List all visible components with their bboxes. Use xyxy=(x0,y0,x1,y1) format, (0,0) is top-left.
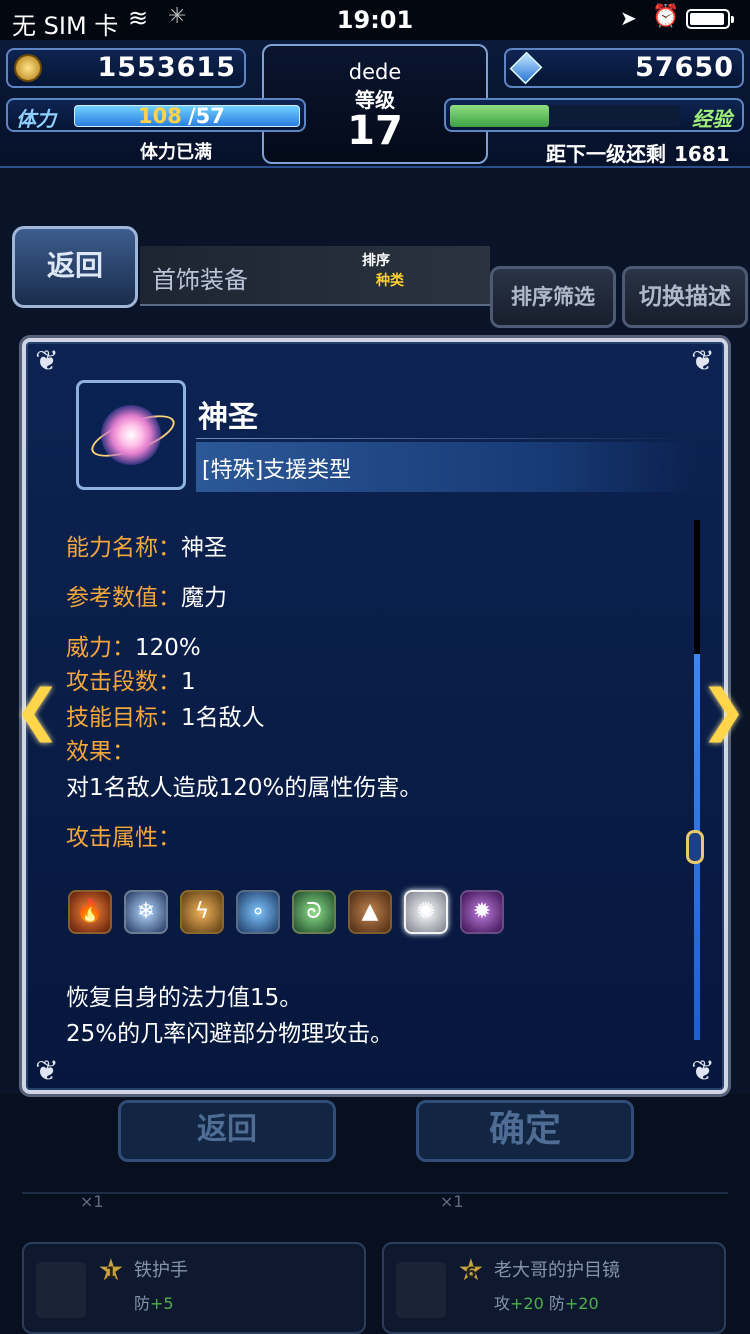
ice-icon: ❄ xyxy=(124,890,168,934)
equipment-stats: 攻+20 防+20 xyxy=(494,1294,599,1313)
scrollbar-handle[interactable] xyxy=(686,830,704,864)
exp-bar-fill xyxy=(450,105,549,127)
goggles-icon xyxy=(396,1262,446,1318)
category-name: 首饰装备 xyxy=(152,266,248,294)
ornament-corner-icon: ❦ xyxy=(691,1054,715,1087)
background-equipment-list: 返回 确定 ×1 ×1 ★ 1 铁护手 防+5 ★ 6 老大哥的护目镜 攻+20 防… xyxy=(0,1094,750,1334)
ornament-corner-icon: ❦ xyxy=(35,1054,59,1087)
sort-value: 种类 xyxy=(376,273,404,289)
detail-effect-label: 效果： xyxy=(66,739,135,765)
previous-item-arrow-icon[interactable]: ❮ xyxy=(14,680,61,742)
stamina-gauge: 体力 108 /57 xyxy=(6,98,306,132)
stamina-status: 体力已满 xyxy=(140,142,212,163)
background-back-button: 返回 xyxy=(118,1100,336,1162)
detail-ability-name: 能力名称：神圣 xyxy=(66,535,227,561)
item-type: [特殊]支援类型 xyxy=(202,458,352,483)
gil-counter[interactable]: 1553615 xyxy=(6,48,246,88)
effect-description: 对1名敌人造成120%的属性伤害。 xyxy=(66,775,423,801)
holy-materia-icon xyxy=(76,380,186,490)
lapis-gem-icon xyxy=(509,51,543,85)
ornament-corner-icon: ❦ xyxy=(691,344,715,377)
item-type-banner: [特殊]支援类型 xyxy=(196,442,696,492)
item-quantity: ×1 xyxy=(80,1192,104,1211)
stamina-bar xyxy=(74,105,300,127)
rarity-star-icon: ★ 6 xyxy=(457,1253,485,1288)
gem-amount: 57650 xyxy=(635,52,734,83)
background-confirm-button: 确定 xyxy=(416,1100,634,1162)
wind-icon: ᘐ xyxy=(292,890,336,934)
sort-label: 排序 xyxy=(362,253,390,269)
gem-counter[interactable]: 57650 xyxy=(504,48,744,88)
category-header: 首饰装备 排序 种类 xyxy=(140,246,490,306)
gil-coin-icon xyxy=(14,54,42,82)
clock: 19:01 xyxy=(336,6,414,34)
detail-target: 技能目标：1名敌人 xyxy=(66,705,265,731)
light-icon: ✺ xyxy=(404,890,448,934)
item-detail-dialog: ❦ ❦ ❦ ❦ 神圣 [特殊]支援类型 能力名称：神圣 参考数值：魔力 威力：1… xyxy=(22,338,728,1094)
back-button[interactable]: 返回 xyxy=(12,226,138,308)
player-name: dede xyxy=(348,60,402,84)
equipment-card[interactable]: ★ 6 老大哥的护目镜 攻+20 防+20 xyxy=(382,1242,726,1334)
ornament-corner-icon: ❦ xyxy=(35,344,59,377)
iron-gauntlet-icon xyxy=(36,1262,86,1318)
switch-description-button[interactable]: 切换描述 xyxy=(622,266,748,328)
equipment-stats: 防+5 xyxy=(134,1294,174,1313)
alarm-icon: ⏰ xyxy=(652,4,680,29)
detail-reference-stat: 参考数值：魔力 xyxy=(66,585,227,611)
passive-effect-2: 25%的几率闪避部分物理攻击。 xyxy=(66,1021,394,1047)
status-bar: 无 SIM 卡 ≋ ✳ 19:01 ➤ ⏰ xyxy=(0,0,750,40)
player-hud: 1553615 dede 等级 17 57650 体力 108 /57 体力已满… xyxy=(0,40,750,168)
passive-effect-1: 恢复自身的法力值15。 xyxy=(66,985,303,1011)
background-row-divider xyxy=(22,1192,728,1234)
exp-remaining-value: 1681 xyxy=(674,142,730,166)
stamina-label: 体力 xyxy=(16,107,56,131)
fire-icon: 🔥 xyxy=(68,890,112,934)
location-icon: ➤ xyxy=(620,6,637,30)
thunder-icon: ϟ xyxy=(180,890,224,934)
equipment-toolbar: 返回 首饰装备 排序 种类 排序筛选 切换描述 xyxy=(0,168,750,338)
equipment-name: 铁护手 xyxy=(134,1260,188,1281)
item-quantity: ×1 xyxy=(440,1192,464,1211)
battery-icon xyxy=(686,9,734,29)
rarity-star-icon: ★ 1 xyxy=(97,1253,125,1288)
stamina-current: 108 xyxy=(138,104,182,128)
earth-icon: ▲ xyxy=(348,890,392,934)
equipment-name: 老大哥的护目镜 xyxy=(494,1260,620,1281)
item-name: 神圣 xyxy=(198,400,258,435)
exp-gauge: 经验 xyxy=(444,98,744,132)
exp-label: 经验 xyxy=(692,107,732,131)
water-icon: ∘ xyxy=(236,890,280,934)
exp-remaining-label: 距下一级还剩 xyxy=(546,142,666,166)
next-item-arrow-icon[interactable]: ❯ xyxy=(700,680,747,742)
stamina-max: /57 xyxy=(188,104,225,128)
gil-amount: 1553615 xyxy=(97,52,236,83)
dark-icon: ✹ xyxy=(460,890,504,934)
title-divider xyxy=(196,438,696,439)
sort-filter-button[interactable]: 排序筛选 xyxy=(490,266,616,328)
exp-remaining: 距下一级还剩 1681 xyxy=(538,138,730,167)
equipment-card[interactable]: ★ 1 铁护手 防+5 xyxy=(22,1242,366,1334)
detail-power: 威力：120% xyxy=(66,635,201,661)
detail-hits: 攻击段数：1 xyxy=(66,669,196,695)
attack-attribute-label: 攻击属性： xyxy=(66,825,181,851)
